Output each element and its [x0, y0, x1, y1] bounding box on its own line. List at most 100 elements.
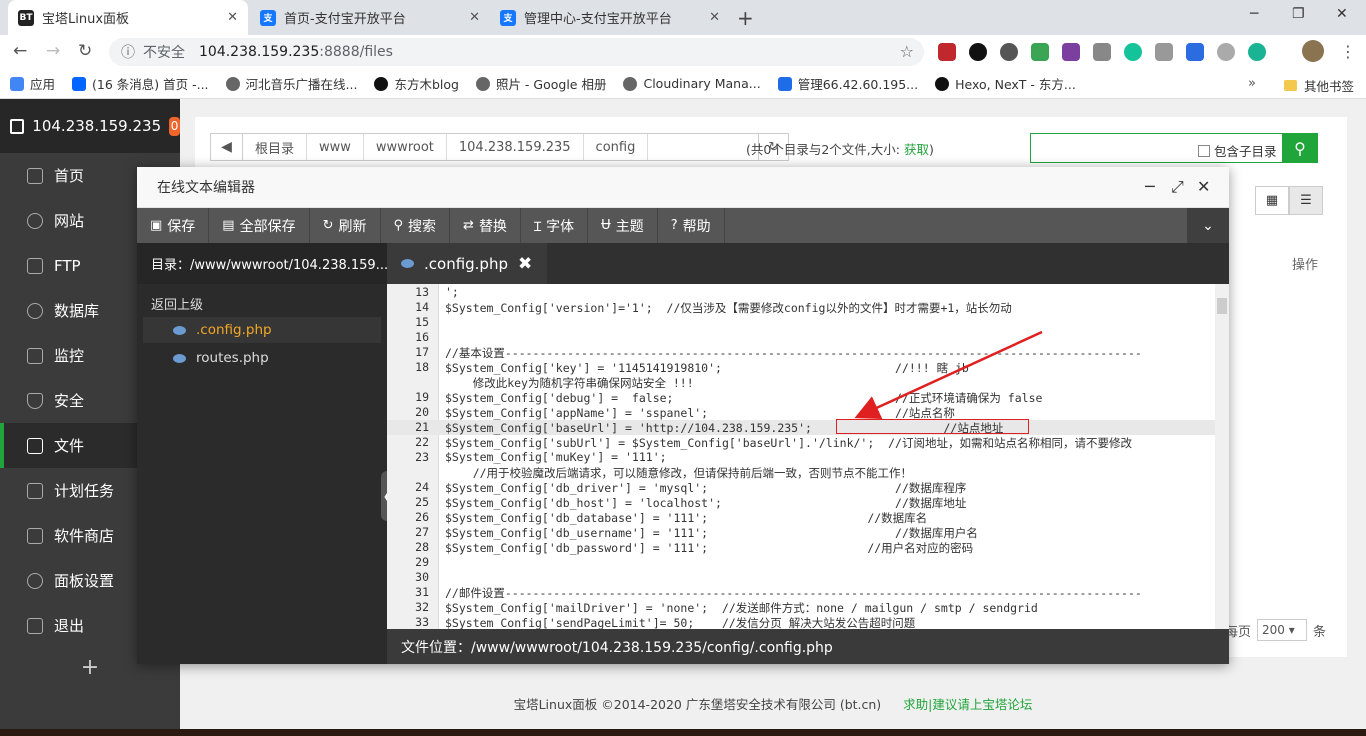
- refresh-icon: ↻: [322, 218, 334, 233]
- back-icon[interactable]: ←: [13, 41, 27, 61]
- search-icon: ⚲: [1294, 138, 1306, 158]
- camera-icon[interactable]: [1093, 43, 1111, 61]
- window-close-icon[interactable]: ✕: [1336, 6, 1348, 22]
- minimize-icon[interactable]: ─: [1250, 6, 1258, 22]
- vertical-scrollbar[interactable]: [1215, 284, 1229, 629]
- minimize-icon[interactable]: ─: [1145, 177, 1155, 196]
- button-label: 替换: [478, 218, 507, 235]
- bookmark-star-icon[interactable]: ☆: [900, 42, 914, 61]
- blog-icon: [374, 76, 389, 91]
- extension-icons: [938, 43, 1266, 61]
- search-button[interactable]: ⚲ 搜索: [381, 208, 451, 243]
- breadcrumb-item[interactable]: 104.238.159.235: [447, 134, 584, 160]
- browser-toolbar: ← → ↻ ⓘ 不安全 104.238.159.235 :8888/files …: [0, 35, 1366, 69]
- taskbar-strip: [0, 729, 1366, 736]
- theme-button[interactable]: Ʉ 主题: [588, 208, 658, 243]
- breadcrumb-item[interactable]: 根目录: [243, 134, 308, 160]
- forward-icon[interactable]: →: [46, 41, 60, 61]
- save-all-icon: ▤: [222, 218, 235, 233]
- restore-icon[interactable]: ❐: [1292, 6, 1305, 22]
- extension-icon[interactable]: [969, 43, 987, 61]
- close-tab-icon[interactable]: ✕: [709, 10, 720, 25]
- notification-badge[interactable]: 0: [169, 116, 180, 136]
- editor-tab-config[interactable]: .config.php ✖: [387, 243, 547, 284]
- grammarly-icon[interactable]: [1124, 43, 1142, 61]
- font-button[interactable]: Ɪ 字体: [521, 208, 589, 243]
- tab-title: 管理中心-支付宝开放平台: [524, 12, 672, 27]
- bookmark-photos[interactable]: 照片 - Google 相册: [475, 74, 606, 93]
- column-op: 操作: [1292, 258, 1319, 273]
- go-up-link[interactable]: 返回上级: [151, 294, 203, 313]
- get-size-link[interactable]: 获取: [904, 142, 929, 157]
- new-tab-button[interactable]: +: [737, 6, 754, 30]
- close-tab-icon[interactable]: ✖: [518, 254, 532, 274]
- help-button[interactable]: ? 帮助: [658, 208, 725, 243]
- maximize-icon[interactable]: ⤢: [1171, 177, 1184, 197]
- grid-view-icon[interactable]: ▦: [1255, 186, 1289, 215]
- tree-file-item[interactable]: .config.php: [143, 317, 381, 343]
- code-area[interactable]: 13 '; 14 $System_Config['version']='1'; //仅…: [387, 284, 1229, 629]
- include-subdir-checkbox[interactable]: 包含子目录: [1198, 141, 1277, 160]
- info-icon[interactable]: ⓘ: [121, 42, 135, 62]
- save-button[interactable]: ▣ 保存: [137, 208, 210, 243]
- close-tab-icon[interactable]: ✕: [227, 10, 238, 25]
- extension-icon[interactable]: [938, 43, 956, 61]
- breadcrumb: ◀ 根目录 www wwwroot 104.238.159.235 config…: [210, 133, 790, 161]
- browser-tab-alipay-admin[interactable]: 支 管理中心-支付宝开放平台 ✕: [490, 0, 730, 35]
- sidebar-item-label: 网站: [54, 212, 85, 230]
- close-icon[interactable]: ✕: [1197, 177, 1210, 196]
- bookmarks-more-icon[interactable]: »: [1248, 76, 1256, 91]
- search-button[interactable]: ⚲: [1282, 133, 1318, 163]
- forum-link[interactable]: 求助|建议请上宝塔论坛: [903, 697, 1032, 712]
- php-file-icon: [401, 259, 414, 268]
- address-bar[interactable]: ⓘ 不安全 104.238.159.235 :8888/files ☆: [109, 38, 924, 66]
- scrollbar-thumb[interactable]: [1217, 298, 1227, 314]
- bookmark-hexo[interactable]: Hexo, NexT - 东方...: [935, 74, 1076, 93]
- bookmark-zhihu[interactable]: (16 条消息) 首页 -...: [72, 74, 209, 93]
- extension-icon[interactable]: [1248, 43, 1266, 61]
- refresh-button[interactable]: ↻ 刷新: [310, 208, 381, 243]
- save-all-button[interactable]: ▤ 全部保存: [209, 208, 310, 243]
- extension-icon[interactable]: [1000, 43, 1018, 61]
- tree-file-item[interactable]: routes.php: [143, 345, 381, 371]
- bookmark-blog[interactable]: 东方木blog: [374, 74, 459, 93]
- per-page-value: 200: [1262, 623, 1285, 637]
- gmail-icon[interactable]: [1155, 43, 1173, 61]
- replace-button[interactable]: ⇄ 替换: [450, 208, 521, 243]
- onenote-icon[interactable]: [1062, 43, 1080, 61]
- extension-icon[interactable]: [1031, 43, 1049, 61]
- sidebar-item-label: 数据库: [54, 302, 100, 320]
- reload-icon[interactable]: ↻: [78, 41, 92, 61]
- profile-avatar[interactable]: [1302, 40, 1324, 62]
- url-host: 104.238.159.235: [199, 44, 320, 60]
- breadcrumb-item[interactable]: wwwroot: [364, 134, 447, 160]
- extension-icon[interactable]: [1186, 43, 1204, 61]
- font-icon: Ɪ: [533, 219, 542, 235]
- breadcrumb-item[interactable]: config: [584, 134, 649, 160]
- sidebar-item-label: 首页: [54, 167, 85, 185]
- bookmark-radio[interactable]: 河北音乐广播在线...: [225, 74, 357, 93]
- list-view-icon[interactable]: ☰: [1289, 186, 1323, 215]
- other-bookmarks[interactable]: 其他书签: [1284, 76, 1354, 95]
- bookmark-apps[interactable]: 应用: [10, 74, 55, 93]
- button-label: 全部保存: [239, 218, 296, 235]
- bookmark-vultr[interactable]: 管理66.42.60.195...: [777, 74, 918, 93]
- bookmark-label: Cloudinary Mana...: [643, 76, 761, 91]
- browser-menu-icon[interactable]: ⋮: [1340, 42, 1356, 61]
- extension-icon[interactable]: [1217, 43, 1235, 61]
- per-page-select[interactable]: 200 ▾: [1257, 619, 1308, 641]
- server-header: 104.238.159.235 0: [0, 99, 180, 153]
- close-tab-icon[interactable]: ✕: [469, 10, 480, 25]
- bookmark-cloudinary[interactable]: Cloudinary Mana...: [623, 76, 761, 91]
- modal-title: 在线文本编辑器: [137, 167, 1229, 208]
- tab-title: 首页-支付宝开放平台: [284, 12, 406, 27]
- breadcrumb-item[interactable]: www: [307, 134, 364, 160]
- chevron-down-icon[interactable]: ⌄: [1187, 208, 1229, 243]
- checkbox[interactable]: [1198, 144, 1210, 157]
- vultr-icon: [777, 76, 792, 91]
- sidebar-item-label: 监控: [54, 347, 85, 365]
- browser-tab-alipay-home[interactable]: 支 首页-支付宝开放平台 ✕: [250, 0, 490, 35]
- back-arrow-icon[interactable]: ◀: [211, 134, 243, 160]
- theme-icon: Ʉ: [601, 218, 611, 233]
- browser-tab-bt-panel[interactable]: BT 宝塔Linux面板 ✕: [8, 0, 248, 35]
